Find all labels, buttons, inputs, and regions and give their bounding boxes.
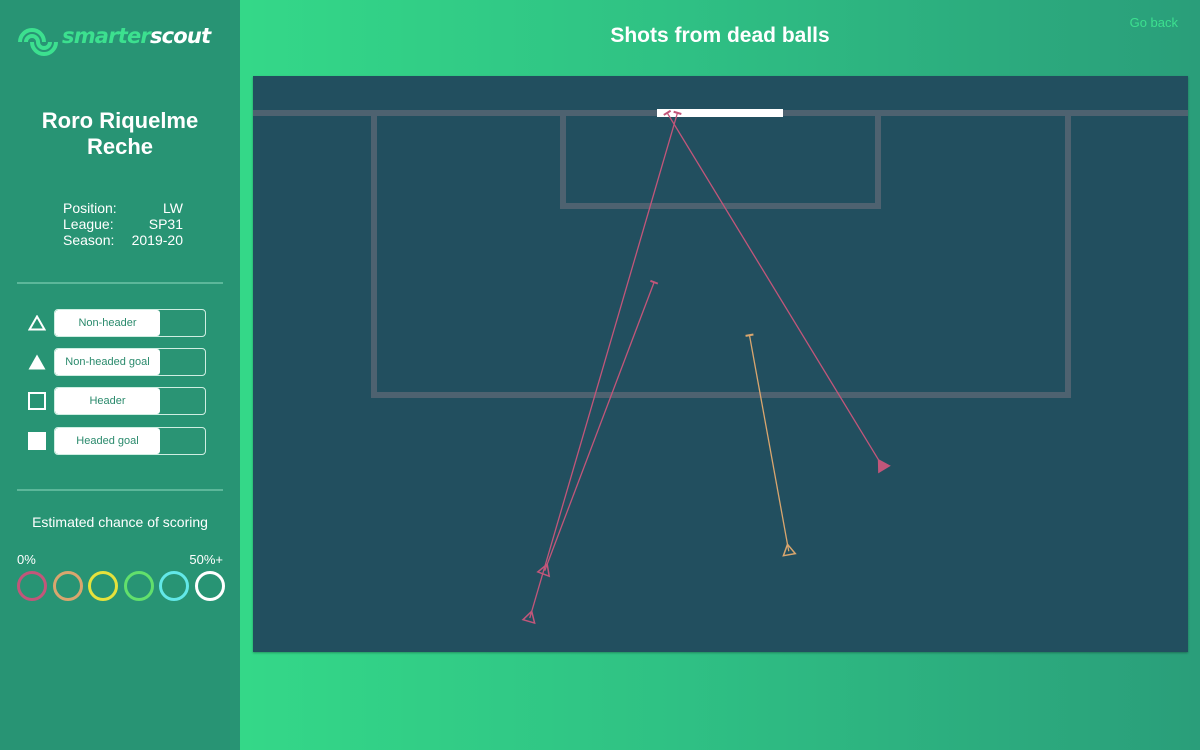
divider — [17, 489, 223, 491]
square-filled-icon — [27, 431, 47, 451]
chance-circle-3 — [123, 571, 154, 601]
legend-header: Header — [27, 387, 207, 415]
chance-circle-5 — [194, 571, 225, 601]
chance-scale-circles — [17, 571, 225, 601]
shot-trajectory — [748, 335, 790, 552]
shot-trajectory — [529, 112, 679, 619]
position-row: Position: LW — [63, 200, 183, 216]
pitch-markings — [253, 109, 1188, 398]
pitch — [253, 76, 1188, 652]
shots-layer — [521, 109, 891, 625]
shot-goal-marker — [877, 458, 891, 474]
league-row: League: SP31 — [63, 216, 183, 232]
header-toggle[interactable]: Header — [54, 387, 206, 415]
triangle-filled-icon — [27, 352, 47, 372]
shot-3 — [663, 109, 891, 474]
season-row: Season: 2019-20 — [63, 232, 183, 248]
chance-circle-1 — [52, 571, 83, 601]
page-title: Shots from dead balls — [610, 24, 830, 47]
sidebar: smarterscout Roro Riquelme Reche Positio… — [0, 0, 240, 750]
go-back-link[interactable]: Go back — [1130, 15, 1178, 30]
legend-non-headed-goal: Non-headed goal — [27, 348, 207, 376]
non-headed-goal-toggle[interactable]: Non-headed goal — [54, 348, 206, 376]
shot-0 — [536, 279, 659, 578]
shot-trajectory — [544, 281, 655, 572]
smarterscout-logo-icon — [18, 28, 58, 56]
chance-circle-2 — [88, 571, 119, 601]
shot-end-marker — [650, 279, 659, 285]
pitch-diagram — [253, 109, 1188, 625]
penalty-box — [371, 113, 1071, 398]
chance-circle-0 — [17, 571, 47, 601]
shot-2 — [745, 333, 797, 557]
triangle-outline-icon — [27, 313, 47, 333]
legend-headed-goal: Headed goal — [27, 427, 207, 455]
chance-scale-min: 0% — [17, 552, 36, 567]
shot-origin-marker — [782, 542, 797, 557]
six-yard-box — [560, 113, 881, 209]
headed-goal-toggle[interactable]: Headed goal — [54, 427, 206, 455]
brand-logo[interactable]: smarterscout — [16, 16, 211, 56]
non-header-toggle[interactable]: Non-header — [54, 309, 206, 337]
divider — [17, 282, 223, 284]
shot-trajectory — [666, 112, 883, 467]
square-outline-icon — [27, 391, 47, 411]
player-details: Position: LW League: SP31 Season: 2019-2… — [63, 200, 183, 248]
chance-circle-4 — [159, 571, 190, 601]
chance-scale-max: 50%+ — [189, 552, 223, 567]
shot-1 — [521, 110, 682, 625]
chance-scale-title: Estimated chance of scoring — [32, 514, 208, 530]
player-name: Roro Riquelme Reche — [41, 108, 199, 159]
brand-name: smarterscout — [62, 24, 211, 48]
shot-end-marker — [745, 333, 754, 337]
legend-non-header: Non-header — [27, 309, 207, 337]
shot-origin-marker — [521, 609, 536, 625]
